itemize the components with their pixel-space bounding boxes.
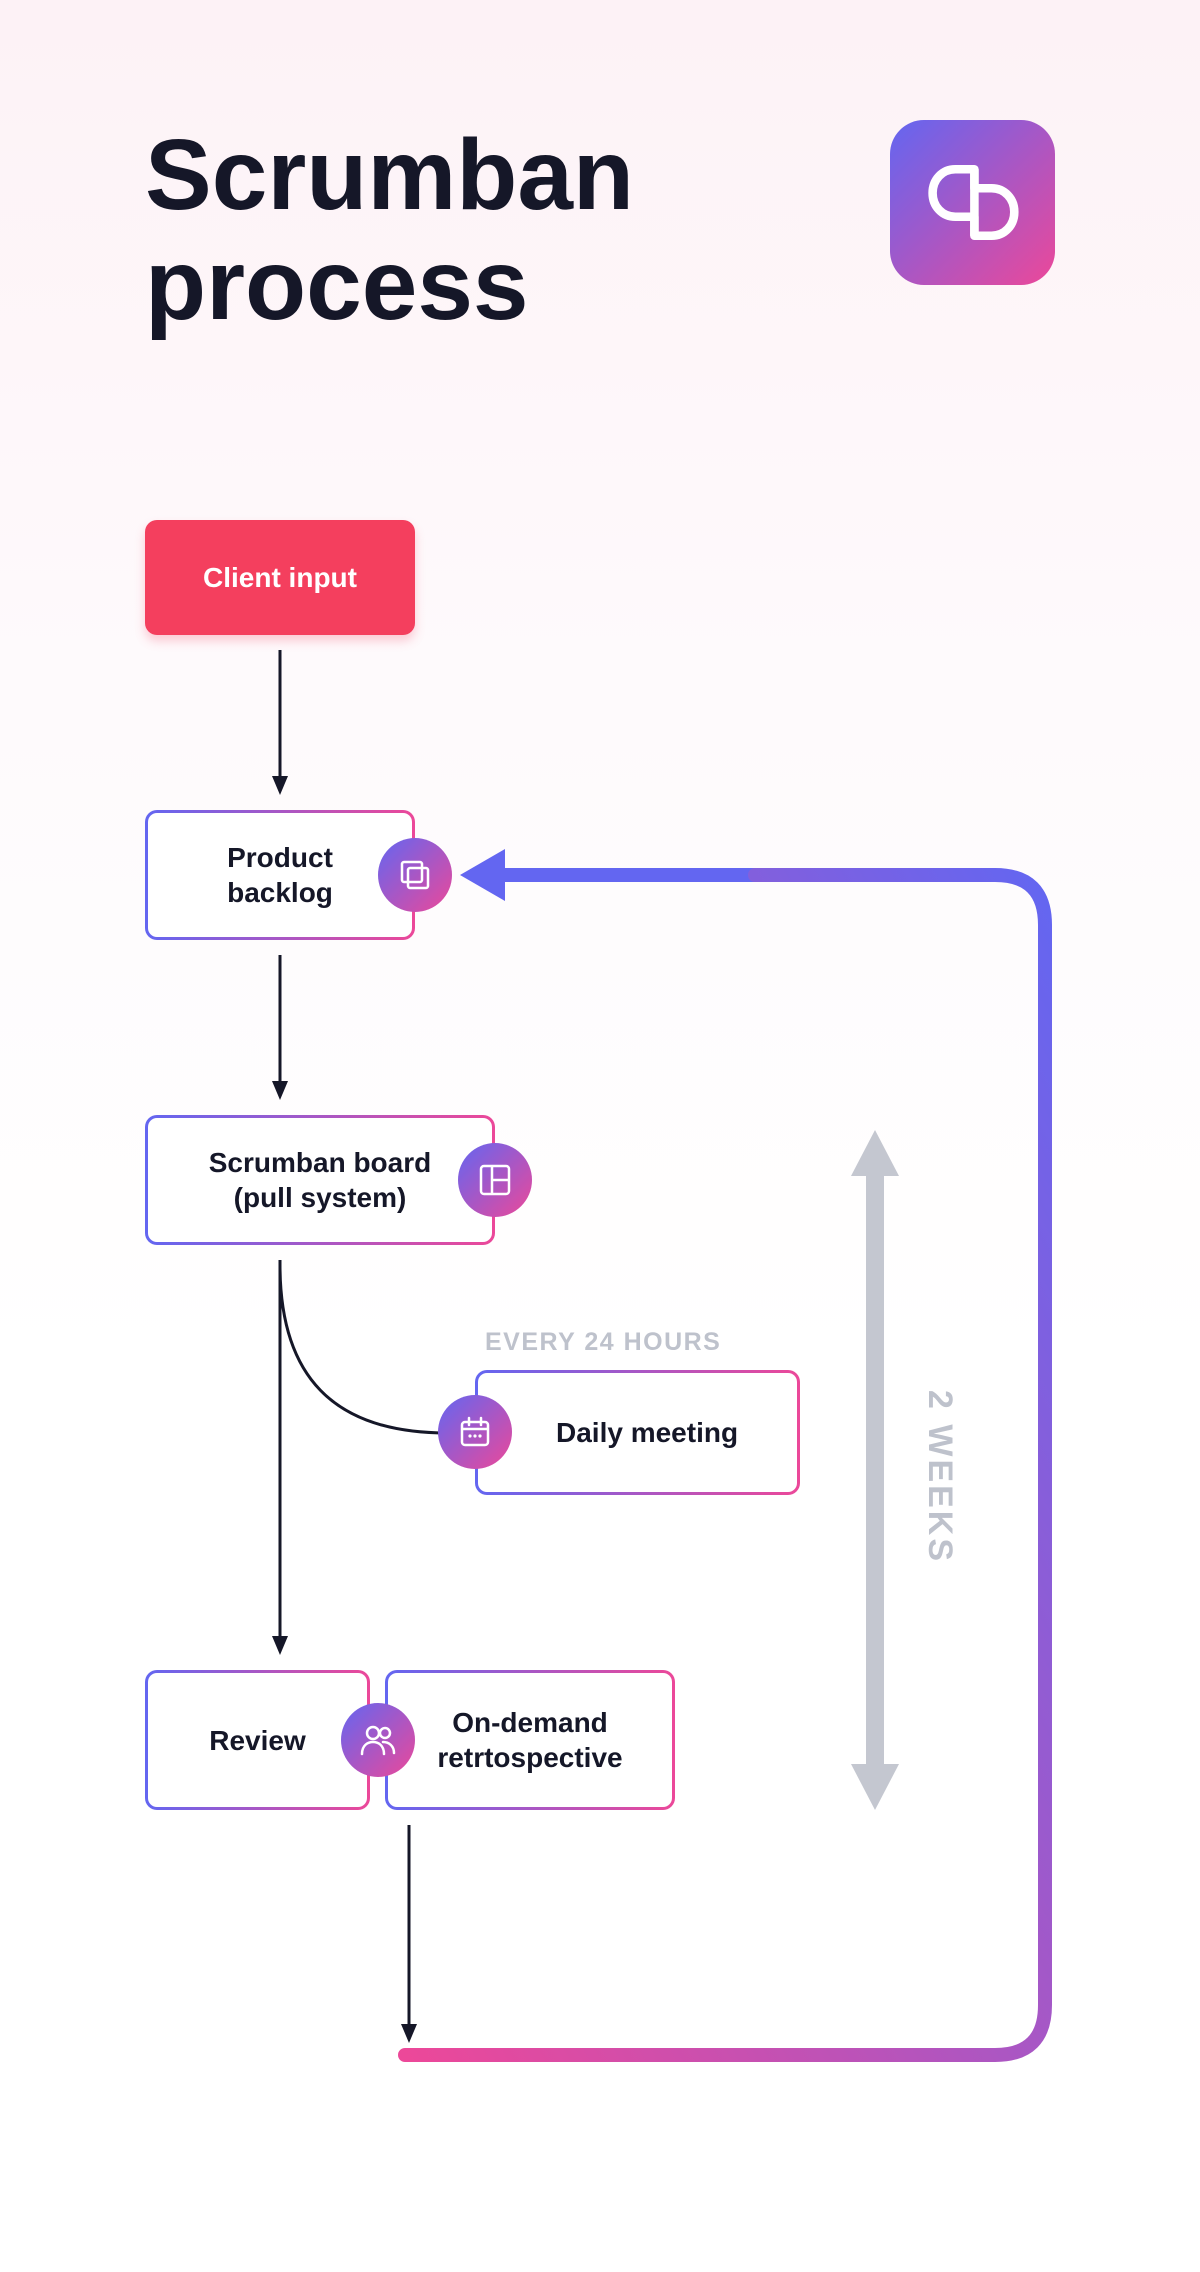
arrow-client-to-backlog [270,650,290,800]
node-client-input: Client input [145,520,415,635]
loop-path [405,850,1065,2080]
diagram-title: Scrumban process [145,120,634,340]
node-product-backlog: Product backlog [145,810,415,940]
calendar-icon [438,1395,512,1469]
arrow-backlog-to-board [270,955,290,1105]
people-icon [341,1703,415,1777]
board-icon [458,1143,532,1217]
diagram-stage: Client input Product backlog Scrumban bo… [145,520,1055,2120]
node-review: Review [145,1670,370,1810]
logo-icon [890,120,1055,285]
stack-icon [378,838,452,912]
arrow-retro-to-loop [399,1825,419,2045]
